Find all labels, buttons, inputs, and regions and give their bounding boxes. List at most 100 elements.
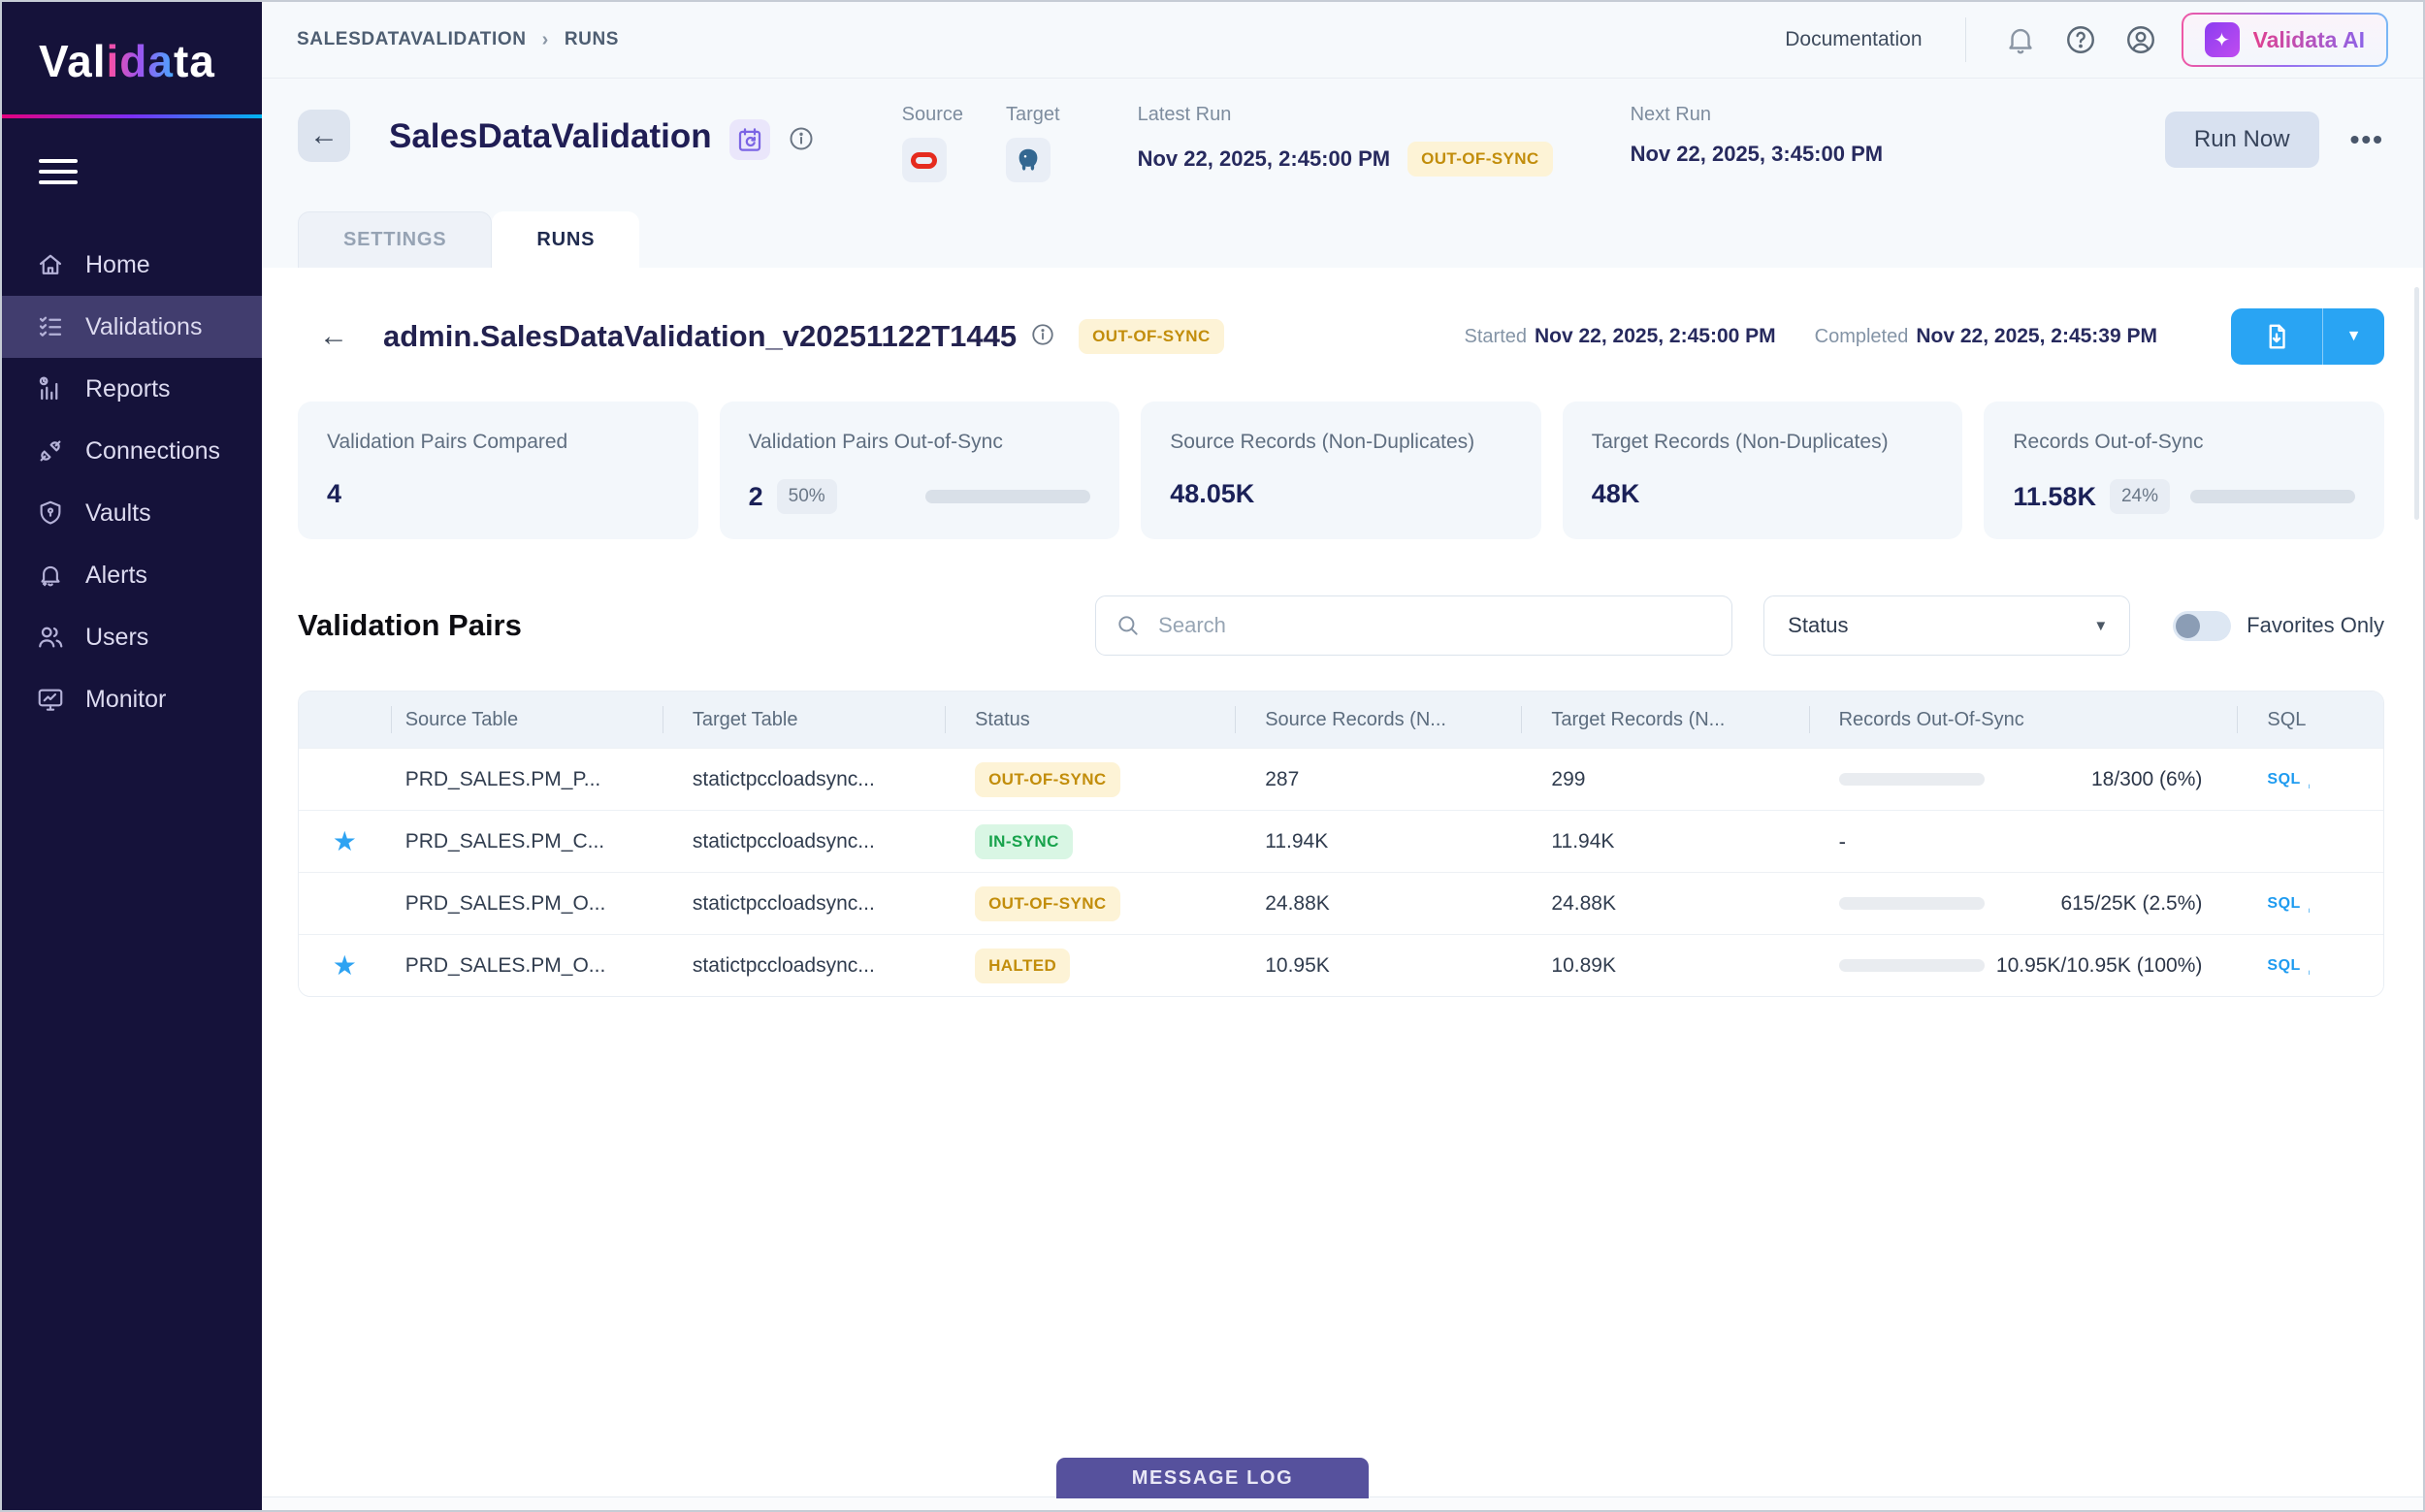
started-value: Nov 22, 2025, 2:45:00 PM — [1535, 325, 1776, 347]
run-detail-row: ← admin.SalesDataValidation_v20251122T14… — [298, 268, 2384, 365]
search-icon — [1116, 613, 1141, 638]
completed-value: Nov 22, 2025, 2:45:39 PM — [1916, 325, 2157, 347]
page-title: SalesDataValidation — [389, 117, 712, 156]
export-file-download-icon[interactable] — [2231, 308, 2322, 365]
back-button[interactable]: ← — [298, 110, 350, 162]
row-status-badge: HALTED — [975, 949, 1070, 983]
column-header-favorite — [299, 692, 391, 748]
table-row[interactable]: ★ PRD_SALES.PM_P... statictpccloadsync..… — [299, 748, 2383, 810]
sql-download-icon[interactable]: SQL↓ — [2267, 895, 2300, 913]
breadcrumb-item-validation[interactable]: SALESDATAVALIDATION — [297, 29, 527, 50]
export-split-button[interactable]: ▼ — [2231, 308, 2384, 365]
latest-run-block: Latest Run Nov 22, 2025, 2:45:00 PM OUT-… — [1138, 104, 1553, 177]
out-of-sync-value: 18/300 (6%) — [2091, 768, 2202, 791]
validation-header: ← SalesDataValidation Source Target — [262, 79, 2423, 268]
tab-settings[interactable]: SETTINGS — [298, 211, 492, 268]
target-records-cell: 24.88K — [1521, 892, 1808, 916]
postgresql-target-icon — [1006, 138, 1051, 182]
status-filter-select[interactable]: Status ▼ — [1763, 595, 2130, 656]
out-of-sync-value: - — [1839, 829, 1846, 854]
source-block: Source — [902, 104, 963, 182]
stat-label: Records Out-of-Sync — [2013, 431, 2355, 454]
target-table-cell: statictpccloadsync... — [663, 768, 945, 791]
app-window: Validata Home Validations Reports Connec… — [0, 0, 2425, 1512]
favorites-only-toggle[interactable] — [2173, 611, 2231, 641]
sidebar-item-validations[interactable]: Validations — [2, 296, 262, 358]
main-area: SALESDATAVALIDATION › RUNS Documentation… — [262, 2, 2423, 1510]
sidebar-item-alerts[interactable]: Alerts — [2, 544, 262, 606]
stat-percent-chip: 50% — [777, 479, 837, 514]
brand-gradient-divider — [2, 114, 262, 118]
more-actions-button[interactable]: ••• — [2350, 124, 2384, 155]
validata-ai-button[interactable]: ✦ Validata AI — [2182, 13, 2388, 67]
schedule-sync-icon[interactable] — [729, 119, 770, 160]
sql-download-icon[interactable]: SQL↓ — [2267, 771, 2300, 788]
export-dropdown-caret[interactable]: ▼ — [2322, 308, 2384, 365]
sidebar-item-users[interactable]: Users — [2, 606, 262, 668]
source-table-cell: PRD_SALES.PM_O... — [391, 892, 663, 916]
target-table-cell: statictpccloadsync... — [663, 954, 945, 978]
ai-button-label: Validata AI — [2253, 27, 2365, 53]
run-name: admin.SalesDataValidation_v20251122T1445 — [383, 319, 1017, 354]
alerts-icon — [35, 560, 66, 591]
column-header-srec[interactable]: Source Records (N... — [1235, 692, 1521, 748]
search-input[interactable] — [1158, 613, 1731, 638]
column-header-sql[interactable]: SQL — [2237, 692, 2383, 748]
sidebar-item-reports[interactable]: Reports — [2, 358, 262, 420]
sql-download-icon[interactable]: SQL↓ — [2267, 957, 2300, 975]
users-icon — [35, 622, 66, 653]
stat-percent-chip: 24% — [2110, 479, 2170, 514]
column-header-tgt[interactable]: Target Table — [663, 692, 945, 748]
stats-row: Validation Pairs Compared 4 Validation P… — [298, 402, 2384, 539]
validation-pairs-header: Validation Pairs Status ▼ Favorites Only — [298, 595, 2384, 656]
stat-value: 4 — [327, 479, 341, 509]
stat-card-3: Target Records (Non-Duplicates) 48K — [1563, 402, 1963, 539]
stat-card-2: Source Records (Non-Duplicates) 48.05K — [1141, 402, 1541, 539]
reports-icon — [35, 373, 66, 404]
message-log-button[interactable]: MESSAGE LOG — [1056, 1458, 1369, 1498]
status-filter-label: Status — [1788, 613, 1848, 638]
favorites-only-label: Favorites Only — [2247, 613, 2384, 638]
column-header-trec[interactable]: Target Records (N... — [1521, 692, 1808, 748]
topbar-divider — [1965, 17, 1966, 62]
table-row[interactable]: ★ PRD_SALES.PM_C... statictpccloadsync..… — [299, 810, 2383, 872]
source-table-cell: PRD_SALES.PM_P... — [391, 768, 663, 791]
next-run-label: Next Run — [1631, 104, 1883, 126]
next-run-value: Nov 22, 2025, 3:45:00 PM — [1631, 142, 1883, 167]
target-records-cell: 10.89K — [1521, 954, 1808, 978]
source-label: Source — [902, 104, 963, 126]
breadcrumb-item-runs: RUNS — [565, 29, 619, 50]
target-block: Target — [1006, 104, 1060, 182]
account-icon[interactable] — [2121, 20, 2160, 59]
documentation-link[interactable]: Documentation — [1785, 28, 1922, 51]
tab-runs[interactable]: RUNS — [492, 211, 639, 268]
started-label: Started — [1465, 326, 1527, 347]
sidebar-item-connections[interactable]: Connections — [2, 420, 262, 482]
table-header-row: Source TableTarget TableStatusSource Rec… — [299, 692, 2383, 748]
table-row[interactable]: ★ PRD_SALES.PM_O... statictpccloadsync..… — [299, 934, 2383, 996]
table-row[interactable]: ★ PRD_SALES.PM_O... statictpccloadsync..… — [299, 872, 2383, 934]
run-info-icon[interactable] — [1030, 322, 1055, 352]
home-icon — [35, 249, 66, 280]
row-status-badge: OUT-OF-SYNC — [975, 762, 1120, 797]
target-table-cell: statictpccloadsync... — [663, 892, 945, 916]
title-info-icon[interactable] — [788, 125, 815, 157]
ai-sparkle-chat-icon: ✦ — [2205, 22, 2240, 57]
sidebar-item-vaults[interactable]: Vaults — [2, 482, 262, 544]
latest-run-status-badge: OUT-OF-SYNC — [1407, 142, 1553, 177]
sidebar-item-home[interactable]: Home — [2, 234, 262, 296]
column-header-src[interactable]: Source Table — [391, 692, 663, 748]
run-status-badge: OUT-OF-SYNC — [1079, 319, 1224, 354]
column-header-oos[interactable]: Records Out-Of-Sync — [1809, 692, 2238, 748]
help-icon[interactable] — [2061, 20, 2100, 59]
hamburger-menu-icon[interactable] — [39, 159, 78, 191]
favorite-star-icon[interactable]: ★ — [333, 825, 357, 857]
sidebar-item-monitor[interactable]: Monitor — [2, 668, 262, 730]
favorite-star-icon[interactable]: ★ — [333, 949, 357, 981]
sidebar-nav: Home Validations Reports Connections Vau… — [2, 234, 262, 730]
column-header-sta[interactable]: Status — [945, 692, 1235, 748]
notifications-bell-icon[interactable] — [2001, 20, 2040, 59]
scrollbar[interactable] — [2414, 287, 2419, 520]
run-back-button[interactable]: ← — [319, 320, 348, 353]
run-now-button[interactable]: Run Now — [2165, 112, 2319, 168]
